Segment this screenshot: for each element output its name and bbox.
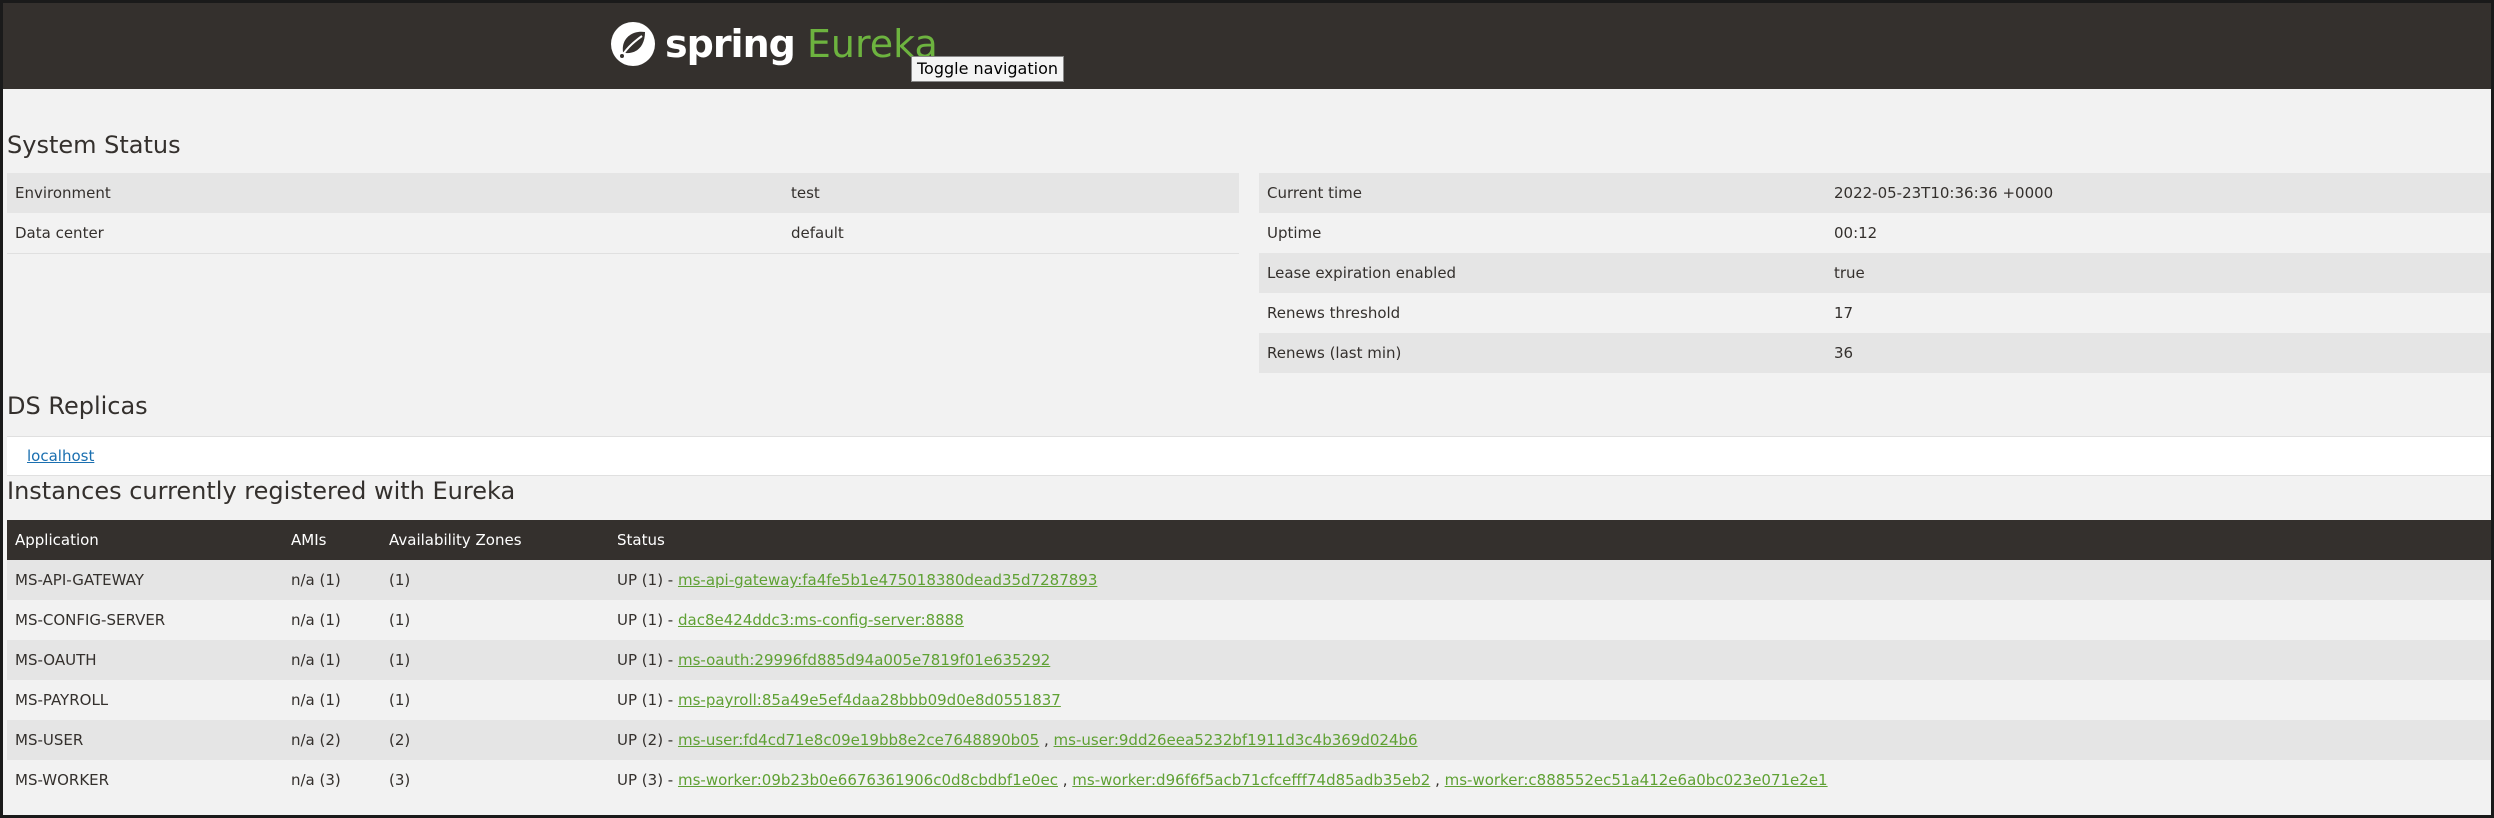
table-row: MS-OAUTH n/a (1) (1) UP (1) - ms-oauth:2…	[7, 640, 2491, 680]
status-label: Environment	[15, 184, 111, 202]
status-value: default	[791, 224, 844, 242]
column-header-amis: AMIs	[283, 520, 381, 560]
amis-value: n/a (1)	[291, 571, 341, 589]
status-cell: UP (1) - ms-api-gateway:fa4fe5b1e4750183…	[609, 560, 2491, 600]
zones-value: (1)	[389, 651, 411, 669]
instance-link[interactable]: ms-worker:09b23b0e6676361906c0d8cbdbf1e0…	[678, 771, 1058, 789]
column-header-status: Status	[609, 520, 2491, 560]
table-header-row: Application AMIs Availability Zones Stat…	[7, 520, 2491, 560]
replica-link-localhost[interactable]: localhost	[27, 447, 94, 465]
status-value: 36	[1834, 344, 1854, 362]
status-prefix: UP (1) -	[617, 691, 678, 709]
brand-spring-text: spring	[665, 22, 796, 66]
table-row: Lease expiration enabled true	[1259, 253, 2491, 293]
application-name: MS-CONFIG-SERVER	[15, 611, 166, 629]
table-row: MS-USER n/a (2) (2) UP (2) - ms-user:fd4…	[7, 720, 2491, 760]
application-name: MS-PAYROLL	[15, 691, 109, 709]
application-name: MS-WORKER	[15, 771, 110, 789]
table-row: MS-API-GATEWAY n/a (1) (1) UP (1) - ms-a…	[7, 560, 2491, 600]
system-status-title: System Status	[7, 131, 181, 159]
amis-value: n/a (1)	[291, 651, 341, 669]
zones-value: (3)	[389, 771, 411, 789]
table-row: Environment test	[7, 173, 1239, 213]
instances-table: Application AMIs Availability Zones Stat…	[7, 520, 2491, 800]
table-row: MS-PAYROLL n/a (1) (1) UP (1) - ms-payro…	[7, 680, 2491, 720]
zones-value: (2)	[389, 731, 411, 749]
replicas-list: localhost	[7, 436, 2491, 476]
table-row: Renews threshold 17	[1259, 293, 2491, 333]
status-cell: UP (1) - dac8e424ddc3:ms-config-server:8…	[609, 600, 2491, 640]
status-label: Data center	[15, 224, 104, 242]
amis-value: n/a (2)	[291, 731, 341, 749]
system-status-right-table: Current time 2022-05-23T10:36:36 +0000 U…	[1259, 173, 2491, 373]
zones-value: (1)	[389, 611, 411, 629]
instance-link[interactable]: ms-payroll:85a49e5ef4daa28bbb09d0e8d0551…	[678, 691, 1061, 709]
toggle-navigation-button[interactable]: Toggle navigation	[911, 56, 1064, 82]
status-value: test	[791, 184, 820, 202]
instance-link[interactable]: ms-oauth:29996fd885d94a005e7819f01e63529…	[678, 651, 1050, 669]
amis-value: n/a (3)	[291, 771, 341, 789]
amis-value: n/a (1)	[291, 691, 341, 709]
system-status-left-table: Environment test Data center default	[7, 173, 1239, 254]
status-prefix: UP (1) -	[617, 571, 678, 589]
page: spring Eureka Toggle navigation System S…	[3, 3, 2491, 815]
column-header-availability-zones: Availability Zones	[381, 520, 609, 560]
table-row: Current time 2022-05-23T10:36:36 +0000	[1259, 173, 2491, 213]
status-prefix: UP (2) -	[617, 731, 678, 749]
status-value: 17	[1834, 304, 1854, 322]
instance-link[interactable]: ms-user:fd4cd71e8c09e19bb8e2ce7648890b05	[678, 731, 1039, 749]
zones-value: (1)	[389, 691, 411, 709]
status-prefix: UP (3) -	[617, 771, 678, 789]
instance-link[interactable]: ms-worker:c888552ec51a412e6a0bc023e071e2…	[1445, 771, 1828, 789]
status-value: 2022-05-23T10:36:36 +0000	[1834, 184, 2054, 202]
table-row: Data center default	[7, 213, 1239, 254]
link-separator: ,	[1039, 731, 1054, 749]
amis-value: n/a (1)	[291, 611, 341, 629]
spring-leaf-icon	[611, 22, 655, 66]
table-row: Renews (last min) 36	[1259, 333, 2491, 373]
status-cell: UP (3) - ms-worker:09b23b0e6676361906c0d…	[609, 760, 2491, 800]
instance-link[interactable]: ms-worker:d96f6f5acb71cfcefff74d85adb35e…	[1072, 771, 1430, 789]
status-value: true	[1834, 264, 1865, 282]
table-row: Uptime 00:12	[1259, 213, 2491, 253]
column-header-application: Application	[7, 520, 283, 560]
table-row: MS-CONFIG-SERVER n/a (1) (1) UP (1) - da…	[7, 600, 2491, 640]
table-row: MS-WORKER n/a (3) (3) UP (3) - ms-worker…	[7, 760, 2491, 800]
link-separator: ,	[1057, 771, 1073, 789]
ds-replicas-title: DS Replicas	[7, 392, 148, 420]
brand-logo-link[interactable]: spring Eureka	[609, 19, 938, 69]
status-cell: UP (1) - ms-oauth:29996fd885d94a005e7819…	[609, 640, 2491, 680]
status-prefix: UP (1) -	[617, 651, 678, 669]
status-prefix: UP (1) -	[617, 611, 678, 629]
application-name: MS-USER	[15, 731, 84, 749]
status-label: Uptime	[1267, 224, 1322, 242]
application-name: MS-API-GATEWAY	[15, 571, 144, 589]
status-label: Current time	[1267, 184, 1362, 202]
instance-link[interactable]: dac8e424ddc3:ms-config-server:8888	[678, 611, 964, 629]
status-label: Lease expiration enabled	[1267, 264, 1457, 282]
application-name: MS-OAUTH	[15, 651, 97, 669]
status-label: Renews (last min)	[1267, 344, 1402, 362]
zones-value: (1)	[389, 571, 411, 589]
status-label: Renews threshold	[1267, 304, 1401, 322]
link-separator: ,	[1430, 771, 1445, 789]
instance-link[interactable]: ms-api-gateway:fa4fe5b1e475018380dead35d…	[678, 571, 1097, 589]
instances-title: Instances currently registered with Eure…	[7, 477, 516, 505]
status-cell: UP (2) - ms-user:fd4cd71e8c09e19bb8e2ce7…	[609, 720, 2491, 760]
status-value: 00:12	[1834, 224, 1878, 242]
navbar: spring Eureka Toggle navigation	[3, 3, 2491, 89]
status-cell: UP (1) - ms-payroll:85a49e5ef4daa28bbb09…	[609, 680, 2491, 720]
instance-link[interactable]: ms-user:9dd26eea5232bf1911d3c4b369d024b6	[1054, 731, 1418, 749]
